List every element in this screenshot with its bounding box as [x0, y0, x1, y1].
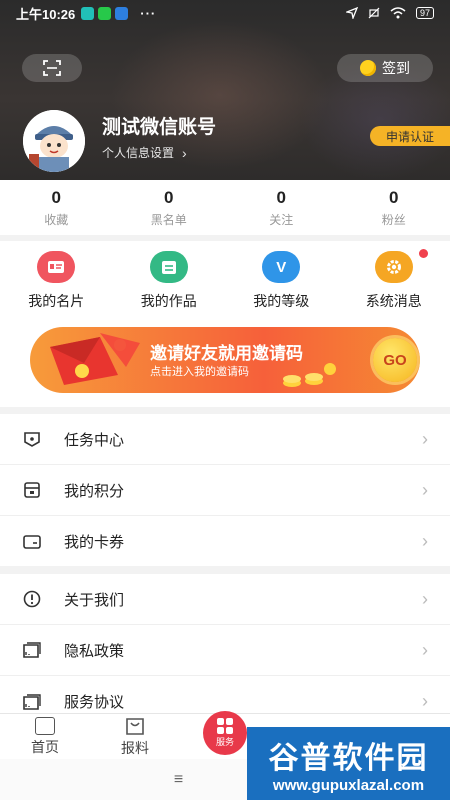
stat-label: 黑名单 — [150, 212, 187, 227]
home-icon — [35, 716, 55, 735]
card-icon — [37, 251, 76, 283]
service-button[interactable]: 服务 — [203, 710, 247, 755]
banner-subtitle: 点击进入我的邀请码 — [150, 366, 249, 378]
signin-label: 签到 — [382, 60, 410, 76]
stat-label: 收藏 — [44, 212, 69, 227]
notification-badge — [419, 249, 428, 258]
chevron-right-icon: › — [422, 479, 428, 500]
feature-my-level[interactable]: V 我的等级 — [225, 241, 338, 315]
cartoon-avatar-icon — [23, 110, 85, 172]
points-icon — [22, 480, 42, 500]
profile-settings-link[interactable]: 个人信息设置 › — [102, 144, 187, 161]
watermark-logo: 谷普软件园 www.gupuxlazal.com — [247, 727, 450, 800]
menu-item-task-center[interactable]: 任务中心 › — [0, 414, 450, 465]
notification-app-icon — [81, 6, 95, 20]
level-icon: V — [262, 251, 301, 283]
menu-item-label: 隐私政策 — [64, 642, 125, 660]
apply-certification-button[interactable]: 申请认证 — [370, 126, 450, 146]
gear-icon — [374, 251, 413, 283]
silent-icon — [368, 7, 380, 19]
menu-item-privacy-policy[interactable]: 隐私政策 › — [0, 625, 450, 676]
notification-app-icon — [98, 6, 112, 20]
shopping-bag-icon — [126, 717, 144, 735]
chevron-right-icon: › — [422, 531, 428, 551]
stat-value: 0 — [164, 187, 174, 207]
chevron-right-icon: › — [422, 428, 428, 449]
service-label: 服务 — [215, 737, 234, 747]
info-icon — [22, 589, 42, 609]
feature-my-works[interactable]: 我的作品 — [113, 241, 226, 315]
profile-header: 上午10:26 ··· 97 签到 测试微信账号 个人信息设置 › 申请认证 — [0, 0, 450, 180]
more-notifications-icon: ··· — [140, 5, 157, 21]
privacy-icon — [22, 640, 42, 660]
tab-label: 首页 — [31, 738, 59, 755]
chevron-right-icon: › — [422, 588, 428, 609]
watermark-url: www.gupuxlazal.com — [272, 777, 425, 794]
stat-value: 0 — [51, 187, 61, 207]
menu-item-label: 服务协议 — [64, 694, 125, 711]
chevron-right-icon: › — [182, 144, 187, 161]
stat-label: 关注 — [269, 212, 294, 227]
menu-item-my-points[interactable]: 我的积分 › — [0, 465, 450, 516]
go-button[interactable]: GO — [373, 338, 417, 382]
works-icon — [149, 251, 188, 283]
menu-item-label: 关于我们 — [64, 591, 125, 609]
menu-group-primary: 任务中心 › 我的积分 › 我的卡券 › — [0, 414, 450, 566]
avatar[interactable] — [23, 110, 85, 172]
menu-item-label: 我的积分 — [64, 482, 125, 500]
chevron-right-icon: › — [422, 691, 428, 711]
stat-fans[interactable]: 0 粉丝 — [338, 180, 450, 235]
profile-settings-label: 个人信息设置 — [102, 146, 175, 160]
feature-my-card[interactable]: 我的名片 — [0, 241, 113, 315]
tab-label: 报料 — [121, 739, 149, 756]
stat-following[interactable]: 0 关注 — [225, 180, 338, 235]
signin-button[interactable]: 签到 — [337, 54, 433, 82]
invite-banner[interactable]: 邀请好友就用邀请码 点击进入我的邀请码 GO — [30, 327, 420, 393]
nickname: 测试微信账号 — [102, 117, 217, 138]
agreement-icon — [22, 692, 42, 712]
watermark-text: 谷普软件园 — [268, 742, 429, 775]
stat-favorites[interactable]: 0 收藏 — [0, 180, 113, 235]
coin-icon — [360, 60, 376, 76]
scan-button[interactable] — [22, 54, 82, 82]
stat-value: 0 — [389, 187, 399, 207]
status-bar: 上午10:26 ··· 97 — [0, 0, 450, 26]
menu-item-about-us[interactable]: 关于我们 › — [0, 574, 450, 625]
stat-label: 粉丝 — [381, 212, 406, 227]
chevron-right-icon: › — [422, 639, 428, 660]
red-envelope-icon — [50, 333, 140, 385]
feature-label: 系统消息 — [365, 293, 422, 309]
menu-group-secondary: 关于我们 › 隐私政策 › 服务协议 › — [0, 574, 450, 714]
task-icon — [22, 429, 42, 449]
menu-item-label: 任务中心 — [64, 431, 125, 449]
notification-app-icon — [115, 6, 129, 20]
grid-icon — [217, 718, 233, 734]
tab-news[interactable]: 报料 — [90, 714, 180, 759]
menu-icon[interactable]: ≡ — [174, 771, 183, 789]
wifi-icon — [390, 7, 406, 19]
feature-label: 我的作品 — [140, 293, 197, 309]
location-icon — [345, 7, 358, 19]
stats-bar: 0 收藏 0 黑名单 0 关注 0 粉丝 — [0, 180, 450, 235]
scan-icon — [43, 60, 61, 76]
feature-system-messages[interactable]: 系统消息 — [338, 241, 450, 315]
menu-item-my-coupons[interactable]: 我的卡券 › — [0, 516, 450, 567]
tab-home[interactable]: 首页 — [0, 714, 90, 759]
coupon-icon — [22, 532, 42, 552]
stat-value: 0 — [276, 187, 286, 207]
status-time: 上午10:26 — [16, 6, 76, 22]
feature-label: 我的等级 — [253, 293, 310, 309]
menu-item-label: 我的卡券 — [64, 534, 125, 551]
coins-icon — [283, 363, 336, 387]
stat-blacklist[interactable]: 0 黑名单 — [113, 180, 226, 235]
battery-icon: 97 — [415, 7, 434, 19]
feature-label: 我的名片 — [28, 293, 85, 309]
